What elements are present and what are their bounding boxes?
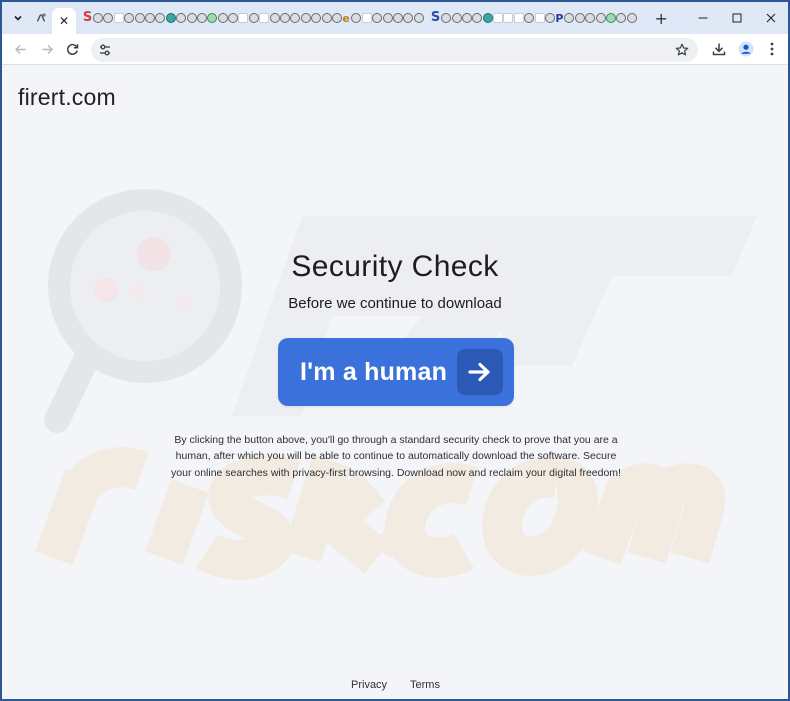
site-name: firert.com: [18, 84, 116, 110]
tab-favicon-icon[interactable]: [269, 13, 280, 23]
tab-favicon-icon[interactable]: [228, 13, 239, 23]
tab-favicon-icon[interactable]: [503, 13, 514, 23]
tab-favicon-icon[interactable]: [534, 13, 545, 23]
arrow-right-icon: [457, 349, 503, 395]
tab-favicon-icon[interactable]: [217, 13, 228, 23]
back-button[interactable]: [8, 37, 32, 61]
kebab-menu-icon: [770, 42, 774, 56]
tab-favicon-icon[interactable]: [574, 13, 585, 23]
tab-favicon-icon[interactable]: [144, 13, 155, 23]
browser-window: ✕ Se S P + firert.com Security Check Befor…: [0, 0, 790, 701]
tab-favicon-icon[interactable]: [93, 13, 103, 23]
tab-favicon-icon[interactable]: [280, 13, 291, 23]
active-tab[interactable]: ✕: [52, 8, 76, 34]
tab-favicon-icon[interactable]: [300, 13, 311, 23]
tab-favicon-icon[interactable]: [321, 13, 332, 23]
disclaimer-text: By clicking the button above, you'll go …: [171, 434, 621, 479]
privacy-link[interactable]: Privacy: [351, 679, 387, 691]
tab-favicon-icon[interactable]: [461, 13, 472, 23]
tab-favicon-icon: [36, 13, 46, 22]
tab-favicon-icon[interactable]: [545, 13, 556, 23]
new-tab-button[interactable]: +: [651, 8, 671, 28]
tab-favicon-icon[interactable]: [441, 13, 452, 23]
page-footer: Privacy Terms: [2, 679, 788, 695]
tab-favicon-icon[interactable]: [605, 13, 616, 23]
terms-link[interactable]: Terms: [410, 679, 440, 691]
tab-favicon-icon[interactable]: [482, 13, 493, 23]
tab-favicon-icon[interactable]: [124, 13, 135, 23]
tab-favicon-icon[interactable]: [207, 13, 218, 23]
tab-favicon-icon[interactable]: [493, 13, 504, 23]
web-page: firert.com Security Check Before we cont…: [2, 66, 788, 699]
tab-favicon-icon[interactable]: [616, 13, 627, 23]
tab-favicon-icon[interactable]: [113, 13, 124, 23]
tab-favicon-icon[interactable]: [361, 13, 372, 23]
tab-favicon-icon[interactable]: [392, 13, 403, 23]
close-window-button[interactable]: [754, 2, 788, 34]
tab-search-button[interactable]: [7, 7, 29, 29]
im-a-human-button[interactable]: I'm a human: [278, 338, 514, 406]
tab-favicon-icon[interactable]: P: [555, 12, 564, 25]
star-icon: [675, 43, 689, 56]
im-a-human-button-label: I'm a human: [300, 357, 448, 386]
tab-favicon-icon[interactable]: [103, 13, 114, 23]
profile-button[interactable]: [734, 37, 758, 61]
reload-icon: [66, 43, 78, 55]
tab-favicon-icon[interactable]: [372, 13, 383, 23]
tab-favicon-icon[interactable]: [248, 13, 259, 23]
tab-favicon-icon[interactable]: [134, 13, 145, 23]
tab-favicon-icon[interactable]: [403, 13, 414, 23]
reload-button[interactable]: [60, 37, 84, 61]
tab-favicon-icon[interactable]: [196, 13, 207, 23]
tab-favicon-icon[interactable]: e: [342, 12, 351, 25]
tab-favicon-icon[interactable]: [524, 13, 535, 23]
page-title: Security Check: [291, 250, 499, 283]
arrow-right-icon: [42, 44, 53, 54]
tab-favicon-icon[interactable]: [451, 13, 462, 23]
tab-favicon-icon[interactable]: [238, 13, 249, 23]
tab-favicon-icon[interactable]: [585, 13, 596, 23]
close-tab-icon[interactable]: ✕: [59, 14, 69, 28]
browser-toolbar: [2, 34, 788, 65]
minimize-button[interactable]: [686, 2, 720, 34]
minimize-icon: [698, 17, 708, 19]
tab-favicon-icon[interactable]: [165, 13, 176, 23]
tab-favicon-icon[interactable]: S: [82, 11, 93, 24]
profile-icon: [738, 41, 754, 57]
chevron-down-icon: [14, 15, 22, 21]
tab-favicon-icon[interactable]: [626, 13, 637, 23]
tab-favicon-icon[interactable]: [290, 13, 301, 23]
tab-favicon-icon[interactable]: [155, 13, 166, 23]
window-controls: [686, 2, 788, 34]
tab-favicon-icon[interactable]: S: [430, 11, 441, 24]
tab-list: Se S P: [82, 2, 637, 34]
tab-favicon-icon[interactable]: [351, 13, 362, 23]
tab-favicon-icon[interactable]: [176, 13, 187, 23]
tab-favicon-icon[interactable]: [259, 13, 270, 23]
arrow-left-icon: [14, 44, 25, 54]
pinned-tab[interactable]: [34, 11, 48, 25]
address-bar[interactable]: [91, 38, 698, 62]
maximize-button[interactable]: [720, 2, 754, 34]
bookmark-button[interactable]: [672, 40, 692, 60]
tab-favicon-icon[interactable]: [472, 13, 483, 23]
tab-favicon-icon[interactable]: [564, 13, 575, 23]
browser-menu-button[interactable]: [760, 37, 784, 61]
tab-favicon-icon[interactable]: [331, 13, 342, 23]
downloads-button[interactable]: [707, 37, 731, 61]
close-icon: [766, 13, 776, 23]
tab-favicon-icon[interactable]: [311, 13, 322, 23]
tab-favicon-icon[interactable]: [382, 13, 393, 23]
page-subtitle: Before we continue to download: [288, 295, 502, 312]
download-icon: [712, 43, 726, 56]
tab-favicon-icon[interactable]: [413, 13, 424, 23]
forward-button[interactable]: [35, 37, 59, 61]
tab-favicon-icon[interactable]: [513, 13, 524, 23]
tune-icon[interactable]: [97, 42, 113, 58]
maximize-icon: [732, 13, 742, 23]
tab-favicon-icon[interactable]: [595, 13, 606, 23]
tab-favicon-icon[interactable]: [186, 13, 197, 23]
tab-strip: ✕ Se S P +: [2, 2, 788, 34]
